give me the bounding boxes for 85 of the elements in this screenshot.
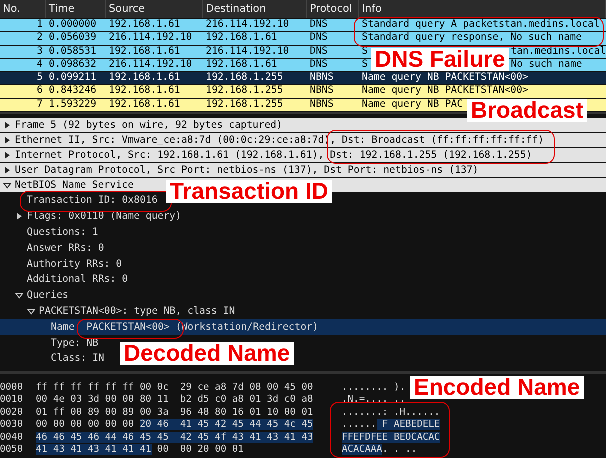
table-cell: S <box>362 58 368 72</box>
hex-bytes: 00 00 00 00 00 00 <box>36 419 136 430</box>
table-cell: 2 <box>37 32 43 45</box>
table-cell: 192.168.1.61 <box>206 32 278 45</box>
table-cell: DNS <box>310 46 328 58</box>
hex-bytes: 20 46 41 45 42 45 44 45 4c 45 <box>140 419 314 430</box>
tree-text: Type: NB <box>51 338 99 349</box>
callout-tooltip: Encoded Name <box>410 376 584 399</box>
hex-offset: 0010 <box>0 394 24 407</box>
table-cell: Name query NB PACKETSTAN<00> <box>362 72 528 84</box>
table-cell: Standard query A packetstan.medins.local <box>362 19 600 32</box>
table-cell: 216.114.192.10 <box>109 58 192 72</box>
ascii-text: ...... <box>342 419 377 430</box>
tree-text: Frame 5 (92 bytes on wire, 92 bytes captured) <box>15 120 283 131</box>
tree-text: PACKETSTAN<00> <box>86 322 170 333</box>
hex-bytes: 00 00 20 00 01 <box>156 444 244 456</box>
table-cell: 192.168.1.255 <box>206 72 284 84</box>
table-cell: NBNS <box>310 98 334 112</box>
ascii-text: .N.=.... .. <box>342 394 406 406</box>
tree-text: Flags: 0x0110 (Name query) <box>27 211 182 222</box>
table-cell: 192.168.1.61 <box>109 46 180 58</box>
hex-bytes: 00 4e 03 3d 00 00 80 11 b2 d5 c0 a8 01 3d c0 a8 <box>36 394 314 406</box>
table-cell: DNS <box>310 58 328 72</box>
hex-bytes: 46 46 45 46 44 46 45 45 42 45 4f 43 41 43 41 43 <box>36 432 314 443</box>
tree-text: Queries <box>27 290 69 302</box>
table-cell: 0.056039 <box>49 32 97 45</box>
hex-offset: 0000 <box>0 382 24 394</box>
table-cell: 192.168.1.61 <box>109 98 180 112</box>
table-cell: DNS <box>310 32 328 45</box>
table-cell: 192.168.1.61 <box>206 58 278 72</box>
table-cell: 0.099211 <box>49 72 97 84</box>
table-cell: 216.114.192.10 <box>206 19 290 32</box>
hex-offset: 0040 <box>0 432 24 444</box>
table-cell: 1 <box>37 19 43 32</box>
table-cell: 3 <box>37 46 43 58</box>
table-cell: NBNS <box>310 85 334 98</box>
tree-text: Internet Protocol, Src: 192.168.1.61 (192.168.1.61), Dst: 192.168.1.255 (192.168.1.255) <box>15 150 532 161</box>
hex-bytes: 41 43 41 43 41 41 41 <box>36 444 152 456</box>
table-cell: NBNS <box>310 72 334 84</box>
hex-bytes: ff ff ff ff ff ff 00 0c 29 ce a8 7d 08 00 45 00 <box>36 382 314 394</box>
tree-text: Questions: 1 <box>27 227 98 238</box>
table-cell: 0.098632 <box>49 58 97 72</box>
tree-text: Authority RRs: 0 <box>27 258 122 270</box>
table-cell: 5 <box>37 72 43 84</box>
table-cell: 216.114.192.10 <box>109 32 192 45</box>
table-cell: 6 <box>37 85 43 98</box>
callout-tooltip: Decoded Name <box>120 342 294 365</box>
ascii-text: FFEFDFEE BEOCACAC <box>342 432 440 443</box>
hex-bytes: 01 ff 00 89 00 89 00 3a 96 48 80 16 01 10 00 01 <box>36 406 314 418</box>
callout-tooltip: Transaction ID <box>166 180 332 203</box>
table-cell: Standard query response, No such name <box>362 32 582 45</box>
table-cell: 7 <box>37 98 43 112</box>
ascii-text: ........ ). <box>342 382 406 394</box>
tree-text: Additional RRs: 0 <box>27 274 128 286</box>
callout-tooltip: DNS Failure <box>371 48 510 71</box>
tree-text: Class: IN <box>51 353 105 364</box>
table-cell: 192.168.1.255 <box>206 98 284 112</box>
table-cell: No such name <box>511 58 582 72</box>
table-cell: 4 <box>37 58 43 72</box>
table-cell: 0.843246 <box>49 85 97 98</box>
table-cell: 0.000000 <box>49 19 97 32</box>
tree-text: PACKETSTAN<00>: type NB, class IN <box>39 306 236 318</box>
table-cell: 192.168.1.61 <box>109 85 180 98</box>
table-cell: 192.168.1.61 <box>109 72 180 84</box>
hex-offset: 0030 <box>0 419 24 432</box>
table-cell: 216.114.192.10 <box>206 46 290 58</box>
ascii-text: F AEBEDELE <box>376 419 440 430</box>
hex-offset: 0050 <box>0 444 24 456</box>
tree-text: Transaction ID: 0x8016 <box>27 195 158 206</box>
tree-text: User Datagram Protocol, Src Port: netbios-ns (137), Dst Port: netbios-ns (137) <box>15 164 479 176</box>
table-cell: Name query NB PAC <box>362 98 464 112</box>
table-cell: 1.593229 <box>49 98 97 112</box>
table-cell: Name query NB PACKETSTAN<00> <box>362 85 528 98</box>
table-cell: 192.168.1.255 <box>206 85 284 98</box>
table-cell: 0.058531 <box>49 46 97 58</box>
tree-text: Answer RRs: 0 <box>27 242 104 254</box>
tree-text: NetBIOS Name Service <box>15 180 134 191</box>
table-cell: DNS <box>310 19 328 32</box>
callout-tooltip: Broadcast <box>467 99 588 122</box>
table-cell: tan.medins.local <box>511 46 606 58</box>
ascii-text: . . .. <box>382 444 418 456</box>
table-cell: 192.168.1.61 <box>109 19 180 32</box>
ascii-text: ACACAAA <box>342 444 382 456</box>
hex-offset: 0020 <box>0 406 24 420</box>
ascii-text: .......: .H...... <box>342 406 440 418</box>
